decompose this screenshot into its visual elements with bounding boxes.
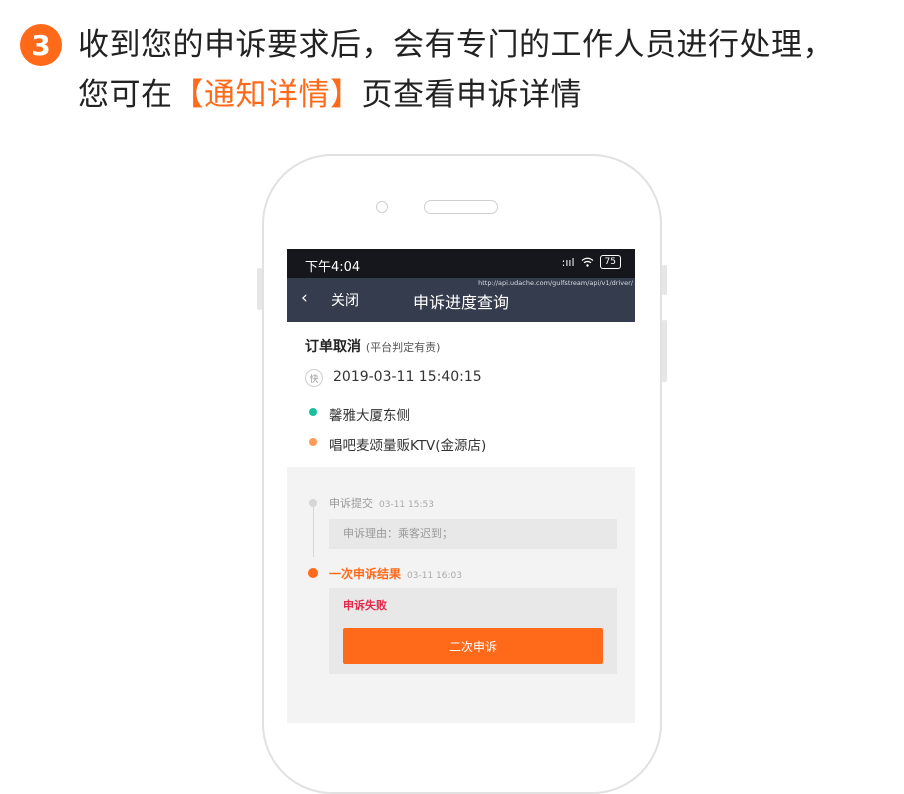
wifi-icon (581, 257, 593, 267)
notification-details-highlight: 【通知详情】 (172, 77, 362, 113)
appeal-submitted-label: 申诉提交 (329, 497, 373, 510)
signal-icon: :ııl (561, 255, 575, 269)
instruction-text: 收到您的申诉要求后，会有专门的工作人员进行处理， 您可在【通知详情】页查看申诉详… (78, 20, 898, 120)
first-appeal-result-event: 一次申诉结果 03-11 16:03 (329, 565, 462, 582)
timeline-active-dot-icon (308, 568, 318, 578)
status-icons: :ııl 75 (562, 255, 621, 269)
order-status-heading: 订单取消 (平台判定有责) (305, 336, 440, 356)
instruction-line-2-prefix: 您可在 (78, 77, 173, 113)
order-status-title: 订单取消 (305, 339, 361, 355)
phone-camera (376, 201, 388, 213)
appeal-submitted-event: 申诉提交 03-11 15:53 (329, 495, 434, 511)
timeline-connector (313, 503, 314, 557)
second-appeal-button[interactable]: 二次申诉 (343, 628, 603, 664)
dropoff-dot-icon (309, 438, 317, 446)
appeal-failed-status: 申诉失败 (343, 599, 387, 612)
instruction-line-2-suffix: 页查看申诉详情 (361, 77, 582, 113)
appeal-timeline: 申诉提交 03-11 15:53 申诉理由：乘客迟到； 一次申诉结果 03-11 1… (287, 467, 635, 723)
status-bar: 下午4:04 :ııl 75 (287, 249, 635, 278)
first-appeal-result-label: 一次申诉结果 (329, 567, 402, 581)
appeal-submitted-time: 03-11 15:53 (379, 500, 434, 510)
status-time: 下午4:04 (305, 260, 361, 275)
page-url: http://api.udache.com/gulfstream/api/v1/… (478, 279, 633, 287)
instruction-line-2: 您可在【通知详情】页查看申诉详情 (78, 70, 898, 120)
pickup-dot-icon (309, 408, 317, 416)
order-card: 订单取消 (平台判定有责) 快 2019-03-11 15:40:15 馨雅大厦… (287, 322, 635, 467)
page-title: 申诉进度查询 (412, 293, 509, 312)
order-datetime: 2019-03-11 15:40:15 (333, 369, 482, 385)
pickup-location: 馨雅大厦东侧 (329, 408, 410, 424)
appeal-reason: 申诉理由：乘客迟到； (329, 519, 617, 549)
timeline-dot-icon (309, 499, 317, 507)
instruction-line-1: 收到您的申诉要求后，会有专门的工作人员进行处理， (78, 27, 834, 63)
dropoff-location: 唱吧麦颂量贩KTV(金源店) (329, 438, 487, 454)
phone-power-button (662, 320, 667, 382)
phone-volume-up-button (662, 265, 667, 295)
express-badge-icon: 快 (305, 369, 323, 387)
battery-icon: 75 (599, 255, 621, 269)
phone-speaker (424, 200, 498, 214)
step-number-badge: 3 (20, 24, 62, 66)
phone-screen: 下午4:04 :ııl 75 http://api.udache.com/gul… (287, 249, 635, 723)
phone-side-button-left (257, 268, 262, 310)
first-appeal-result-time: 03-11 16:03 (407, 571, 462, 581)
order-status-subtitle: (平台判定有责) (365, 341, 441, 354)
nav-bar: http://api.udache.com/gulfstream/api/v1/… (287, 278, 635, 322)
appeal-result-box: 申诉失败 二次申诉 (329, 588, 617, 674)
